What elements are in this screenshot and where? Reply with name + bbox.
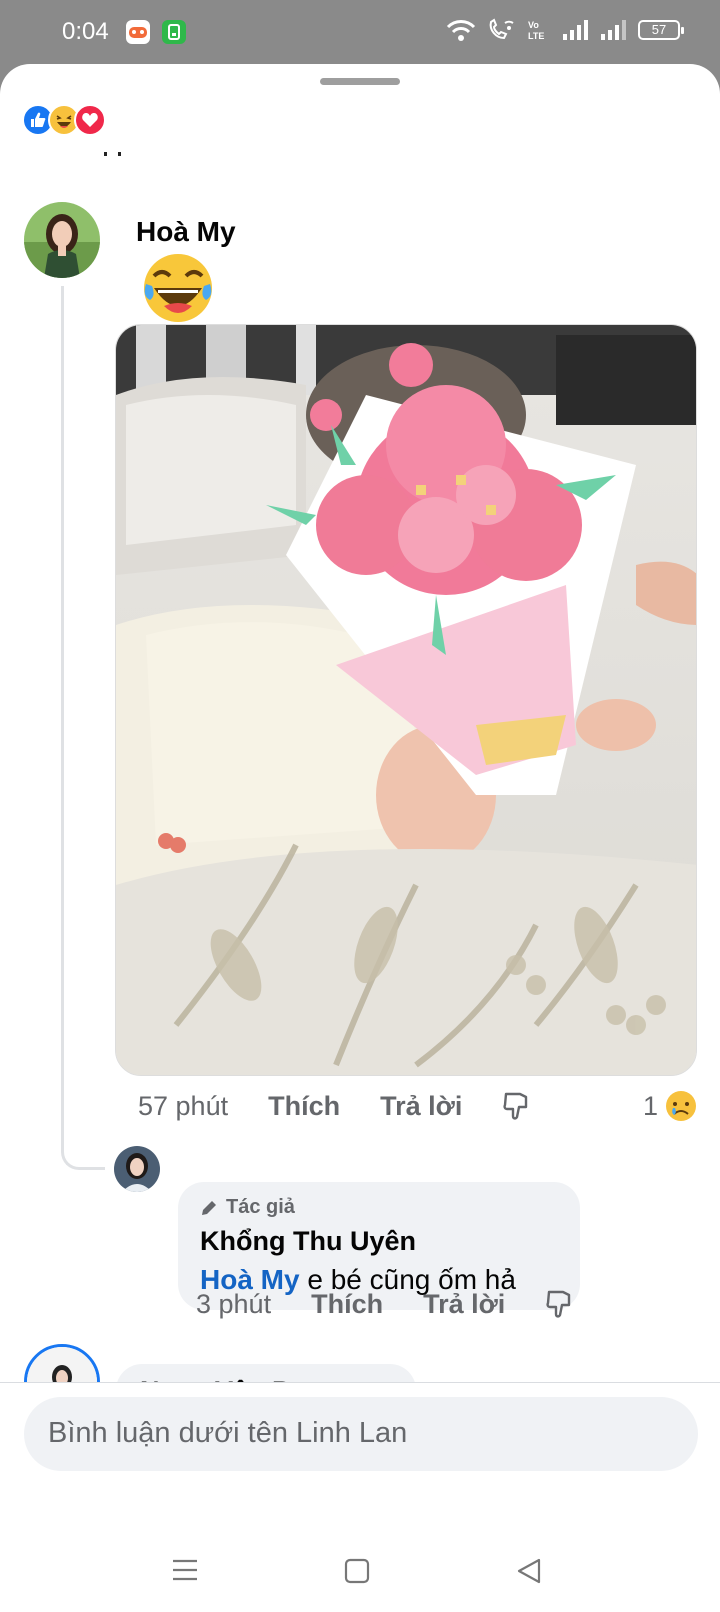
sheet-drag-handle[interactable] <box>320 78 400 85</box>
status-time: 0:04 <box>62 18 109 45</box>
volte-icon: VoLTE <box>528 20 544 41</box>
comment-input-placeholder: Bình luận dưới tên Linh Lan <box>48 1417 408 1449</box>
love-reaction-icon <box>74 104 106 136</box>
thread-line <box>61 286 105 1170</box>
status-bar: 0:04 Vo LTE 57 <box>0 0 720 66</box>
baby-photo-image <box>116 325 696 1075</box>
signal-icon <box>601 20 626 40</box>
reaction-summary[interactable] <box>22 104 106 136</box>
avatar-photo <box>24 202 100 278</box>
reply-actions: 3 phút Thích Trả lời <box>196 1284 573 1324</box>
reply-reply-button[interactable]: Trả lời <box>423 1289 505 1320</box>
back-icon[interactable] <box>516 1558 542 1589</box>
dislike-icon[interactable] <box>502 1091 530 1121</box>
reply-like-button[interactable]: Thích <box>311 1289 383 1320</box>
comment-reply-button[interactable]: Trả lời <box>380 1091 462 1122</box>
composer-area: Bình luận dưới tên Linh Lan <box>0 1382 720 1524</box>
home-icon[interactable] <box>344 1558 370 1589</box>
dislike-icon[interactable] <box>545 1289 573 1319</box>
wifi-icon <box>446 20 476 41</box>
author-badge: Tác giả <box>200 1196 295 1219</box>
sad-reaction-icon <box>664 1089 698 1123</box>
svg-text:LTE: LTE <box>528 31 544 41</box>
clipped-previous-text <box>104 152 121 158</box>
laughing-tears-emoji-icon <box>140 250 216 326</box>
comment-actions: 57 phút Thích Trả lời 1 <box>138 1086 698 1126</box>
comment-like-button[interactable]: Thích <box>268 1091 340 1122</box>
comment-input[interactable]: Bình luận dưới tên Linh Lan <box>24 1397 698 1471</box>
signal-icon <box>563 20 588 40</box>
reply-avatar[interactable] <box>114 1146 160 1192</box>
svg-text:Vo: Vo <box>528 20 539 30</box>
avatar[interactable] <box>24 202 100 278</box>
menu-icon[interactable] <box>172 1558 198 1587</box>
comment-time: 57 phút <box>138 1090 229 1121</box>
battery-level: 57 <box>651 22 667 37</box>
game-app-icon <box>126 20 150 44</box>
reaction-count[interactable]: 1 <box>643 1091 658 1122</box>
wifi-call-icon <box>489 18 514 40</box>
reply-time: 3 phút <box>196 1288 272 1319</box>
pencil-icon <box>202 1200 216 1215</box>
reply-avatar-photo <box>114 1146 160 1192</box>
comment-photo[interactable] <box>115 324 697 1076</box>
reply-author[interactable]: Khổng Thu Uyên <box>200 1226 416 1257</box>
comments-sheet: Hoà My 57 phút Thích Trả lời 1 Tác giả K… <box>0 64 720 1524</box>
comment-author[interactable]: Hoà My <box>136 216 236 248</box>
system-navigation-bar <box>0 1524 720 1612</box>
battery-icon: 57 <box>638 20 684 40</box>
status-icons: Vo LTE 57 <box>446 18 684 42</box>
green-app-icon <box>162 20 186 44</box>
author-badge-label: Tác giả <box>226 1196 295 1218</box>
